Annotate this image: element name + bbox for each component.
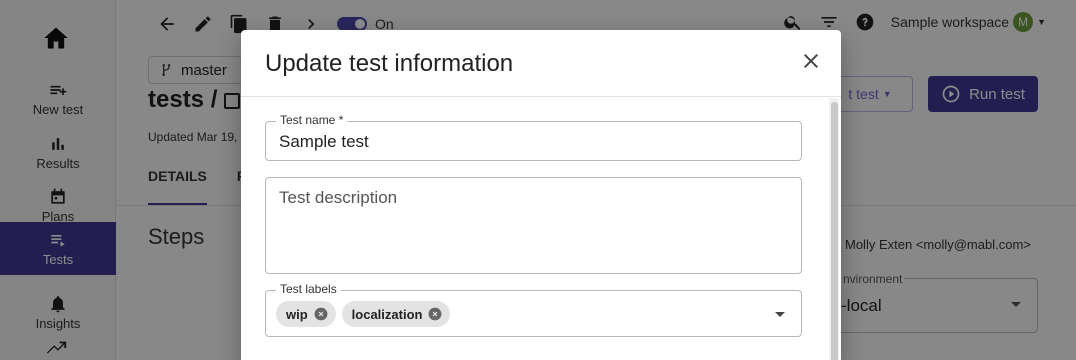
- caret-down-icon[interactable]: [775, 312, 785, 317]
- test-description-field[interactable]: Test description: [265, 177, 802, 274]
- label-chip[interactable]: wip: [276, 301, 336, 327]
- label-chip-text: localization: [351, 306, 423, 322]
- label-chips: wip localization: [276, 301, 456, 327]
- remove-chip-icon[interactable]: [428, 307, 442, 321]
- label-chip[interactable]: localization: [341, 301, 451, 327]
- label-chip-text: wip: [286, 306, 308, 322]
- test-name-value: Sample test: [279, 132, 369, 151]
- remove-chip-icon[interactable]: [314, 307, 328, 321]
- test-labels-label: Test labels: [276, 282, 341, 296]
- dialog-title: Update test information: [265, 50, 514, 77]
- dialog-divider: [241, 96, 841, 97]
- test-name-label: Test name *: [276, 113, 348, 127]
- test-name-field[interactable]: Test name * Sample test: [265, 113, 802, 161]
- test-description-placeholder: Test description: [279, 188, 398, 207]
- dialog-scrollbar-thumb[interactable]: [831, 102, 838, 360]
- update-test-dialog: Update test information Test name * Samp…: [241, 30, 841, 360]
- test-labels-field[interactable]: Test labels wip localization: [265, 282, 802, 337]
- close-icon[interactable]: [799, 49, 823, 73]
